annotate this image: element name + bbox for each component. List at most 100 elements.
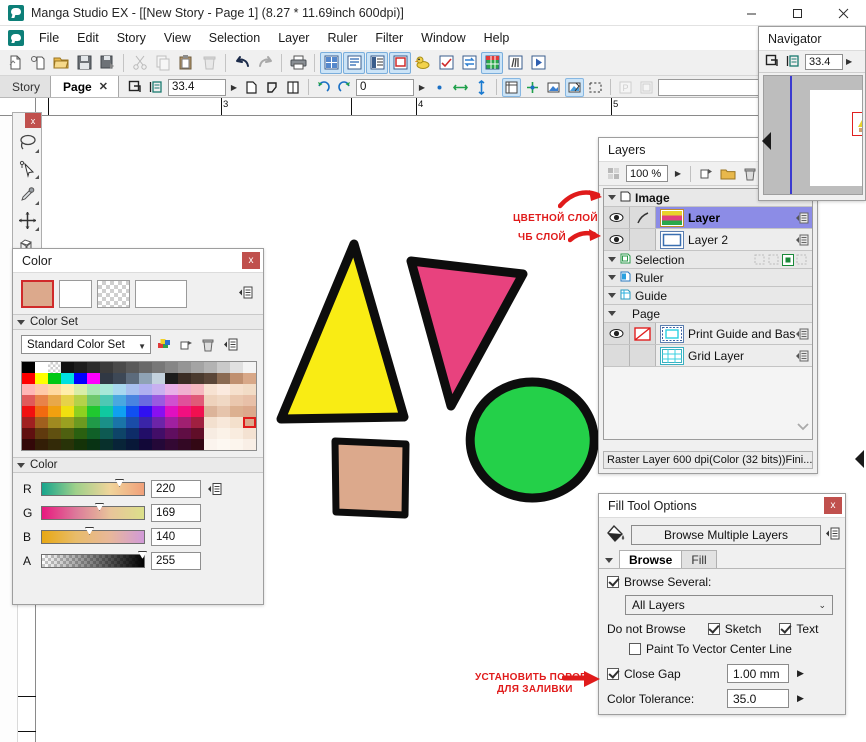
maximize-button[interactable]	[774, 0, 820, 26]
color-swatch[interactable]	[230, 406, 243, 417]
navigator-viewport-rect[interactable]	[852, 112, 862, 136]
paste-icon[interactable]	[175, 52, 197, 74]
foreground-color-swatch[interactable]	[21, 280, 54, 308]
ruler-toggle-icon[interactable]	[502, 77, 521, 97]
checkbox-icon[interactable]	[707, 623, 720, 635]
layer-thumbnail[interactable]	[660, 324, 684, 343]
layer-visibility-toggle[interactable]	[604, 207, 630, 228]
color-swatch[interactable]	[87, 384, 100, 395]
move-tool[interactable]	[13, 207, 41, 233]
horizontal-ruler[interactable]: 3 4 5	[36, 98, 866, 116]
color-swatch[interactable]	[139, 384, 152, 395]
tab-close-icon[interactable]: ✕	[99, 80, 108, 93]
color-swatch[interactable]	[165, 439, 178, 450]
color-swatch[interactable]	[165, 373, 178, 384]
layer-visibility-toggle[interactable]	[604, 345, 630, 366]
color-swatch[interactable]	[152, 362, 165, 373]
color-swatch[interactable]	[178, 439, 191, 450]
color-swatch[interactable]	[126, 373, 139, 384]
color-swatch[interactable]	[139, 362, 152, 373]
navigator-preview[interactable]	[763, 75, 863, 195]
color-swatch[interactable]	[165, 417, 178, 428]
layer-menu-icon[interactable]	[795, 349, 809, 363]
color-swatch[interactable]	[243, 384, 256, 395]
color-swatch[interactable]	[230, 417, 243, 428]
close-gap-arrow[interactable]: ▶	[797, 668, 804, 679]
color-swatch[interactable]	[178, 428, 191, 439]
slider-track-b[interactable]	[41, 527, 145, 544]
redo-icon[interactable]	[254, 52, 276, 74]
color-swatch[interactable]	[139, 373, 152, 384]
color-swatch[interactable]	[152, 395, 165, 406]
color-swatch[interactable]	[243, 395, 256, 406]
selection-mode-icons[interactable]	[754, 253, 808, 266]
rotate-dropdown-arrow[interactable]: ▶	[416, 79, 428, 96]
color-swatch[interactable]	[87, 428, 100, 439]
close-gap-checkbox[interactable]: Close Gap	[607, 667, 719, 681]
tab-browse[interactable]: Browse	[619, 550, 683, 568]
color-swatch[interactable]	[139, 406, 152, 417]
zoom-dropdown-arrow[interactable]: ▶	[228, 79, 240, 96]
fit-width-icon[interactable]	[784, 53, 802, 71]
layer-menu-icon[interactable]	[795, 233, 809, 247]
fill-tool-select[interactable]: Browse Multiple Layers	[631, 524, 821, 545]
color-swatch[interactable]	[74, 395, 87, 406]
slider-knob-r[interactable]	[115, 479, 124, 487]
color-swatch[interactable]	[165, 395, 178, 406]
color-swatch[interactable]	[100, 384, 113, 395]
eyedropper-tool[interactable]	[13, 181, 41, 207]
color-swatch[interactable]	[61, 428, 74, 439]
color-swatch[interactable]	[113, 406, 126, 417]
menu-story[interactable]: Story	[108, 28, 155, 48]
color-panel-header[interactable]: Color x	[13, 249, 263, 273]
undo-icon[interactable]	[231, 52, 253, 74]
color-swatch[interactable]	[126, 406, 139, 417]
panel-layout-icon[interactable]	[389, 51, 411, 74]
color-swatch[interactable]	[48, 395, 61, 406]
delete-icon[interactable]	[198, 52, 220, 74]
menu-ruler[interactable]: Ruler	[318, 28, 366, 48]
color-swatch[interactable]	[243, 439, 256, 450]
color-palette-grid[interactable]	[21, 361, 257, 451]
tool-palette-close-icon[interactable]: x	[25, 113, 41, 128]
new-page-icon[interactable]	[4, 52, 26, 74]
menu-layer[interactable]: Layer	[269, 28, 318, 48]
add-color-icon[interactable]	[177, 336, 195, 354]
navigator-collapse-arrow-icon[interactable]	[760, 130, 773, 155]
color-swatch[interactable]	[35, 406, 48, 417]
minimize-button[interactable]	[728, 0, 774, 26]
color-swatch[interactable]	[100, 428, 113, 439]
magic-wand-select-tool[interactable]	[13, 155, 41, 181]
paint-vector-checkbox[interactable]: Paint To Vector Center Line	[629, 642, 792, 656]
fill-panel-close-icon[interactable]: x	[824, 497, 842, 514]
color-swatch[interactable]	[87, 406, 100, 417]
close-gap-input[interactable]: 1.00 mm	[727, 664, 789, 683]
color-swatch[interactable]	[22, 417, 35, 428]
color-swatch[interactable]	[22, 428, 35, 439]
delete-color-icon[interactable]	[199, 336, 217, 354]
color-swatch[interactable]	[48, 439, 61, 450]
save-as-icon[interactable]	[96, 52, 118, 74]
color-swatch[interactable]	[35, 362, 48, 373]
color-swatch[interactable]	[204, 417, 217, 428]
rotate-right-icon[interactable]	[335, 78, 354, 97]
color-swatch[interactable]	[48, 373, 61, 384]
color-tolerance-arrow[interactable]: ▶	[797, 693, 804, 704]
menu-selection[interactable]: Selection	[200, 28, 269, 48]
flip-horizontal-icon[interactable]	[451, 78, 470, 97]
color-swatch[interactable]	[191, 417, 204, 428]
color-swatch[interactable]	[152, 384, 165, 395]
color-swatch[interactable]	[113, 373, 126, 384]
page-manager-icon[interactable]	[320, 51, 342, 74]
guide-toggle-icon[interactable]	[523, 78, 542, 97]
actual-size-icon[interactable]	[147, 78, 166, 97]
color-swatch[interactable]	[74, 384, 87, 395]
color-swatch[interactable]	[113, 384, 126, 395]
color-preview-swatch[interactable]	[135, 280, 187, 308]
exchange-icon[interactable]	[458, 52, 480, 74]
color-swatch[interactable]	[204, 428, 217, 439]
menu-window[interactable]: Window	[412, 28, 474, 48]
slider-track-g[interactable]	[41, 503, 145, 520]
layer-lock-toggle[interactable]	[630, 207, 656, 228]
color-swatch[interactable]	[61, 417, 74, 428]
